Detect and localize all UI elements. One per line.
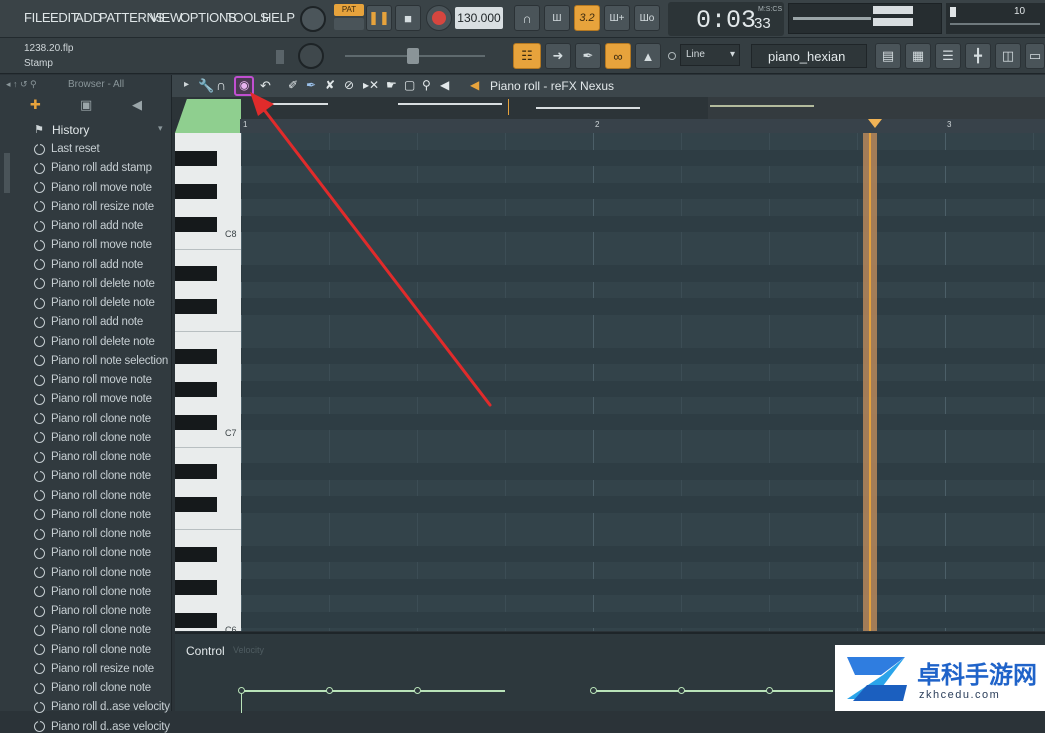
- velocity-label: Velocity: [233, 645, 265, 655]
- velocity-handle[interactable]: [414, 687, 421, 694]
- power-icon: [34, 719, 45, 732]
- watermark-url: zkhcedu.com: [919, 689, 1001, 701]
- velocity-handle[interactable]: [238, 687, 245, 694]
- history-item-label: Piano roll d..ase velocity: [51, 720, 170, 733]
- velocity-handle[interactable]: [590, 687, 597, 694]
- velocity-line: [241, 690, 505, 692]
- annotation-arrow: [250, 92, 492, 407]
- watermark-title: 卓科手游网: [917, 661, 1037, 689]
- watermark-z-icon: [847, 657, 907, 701]
- velocity-handle[interactable]: [678, 687, 685, 694]
- velocity-handle[interactable]: [766, 687, 773, 694]
- velocity-handle[interactable]: [326, 687, 333, 694]
- watermark-logo: 卓科手游网 zkhcedu.com: [835, 645, 1045, 711]
- control-label[interactable]: Control: [186, 644, 225, 658]
- history-item[interactable]: Piano roll d..ase velocity: [34, 719, 170, 733]
- velocity-line: [593, 690, 833, 692]
